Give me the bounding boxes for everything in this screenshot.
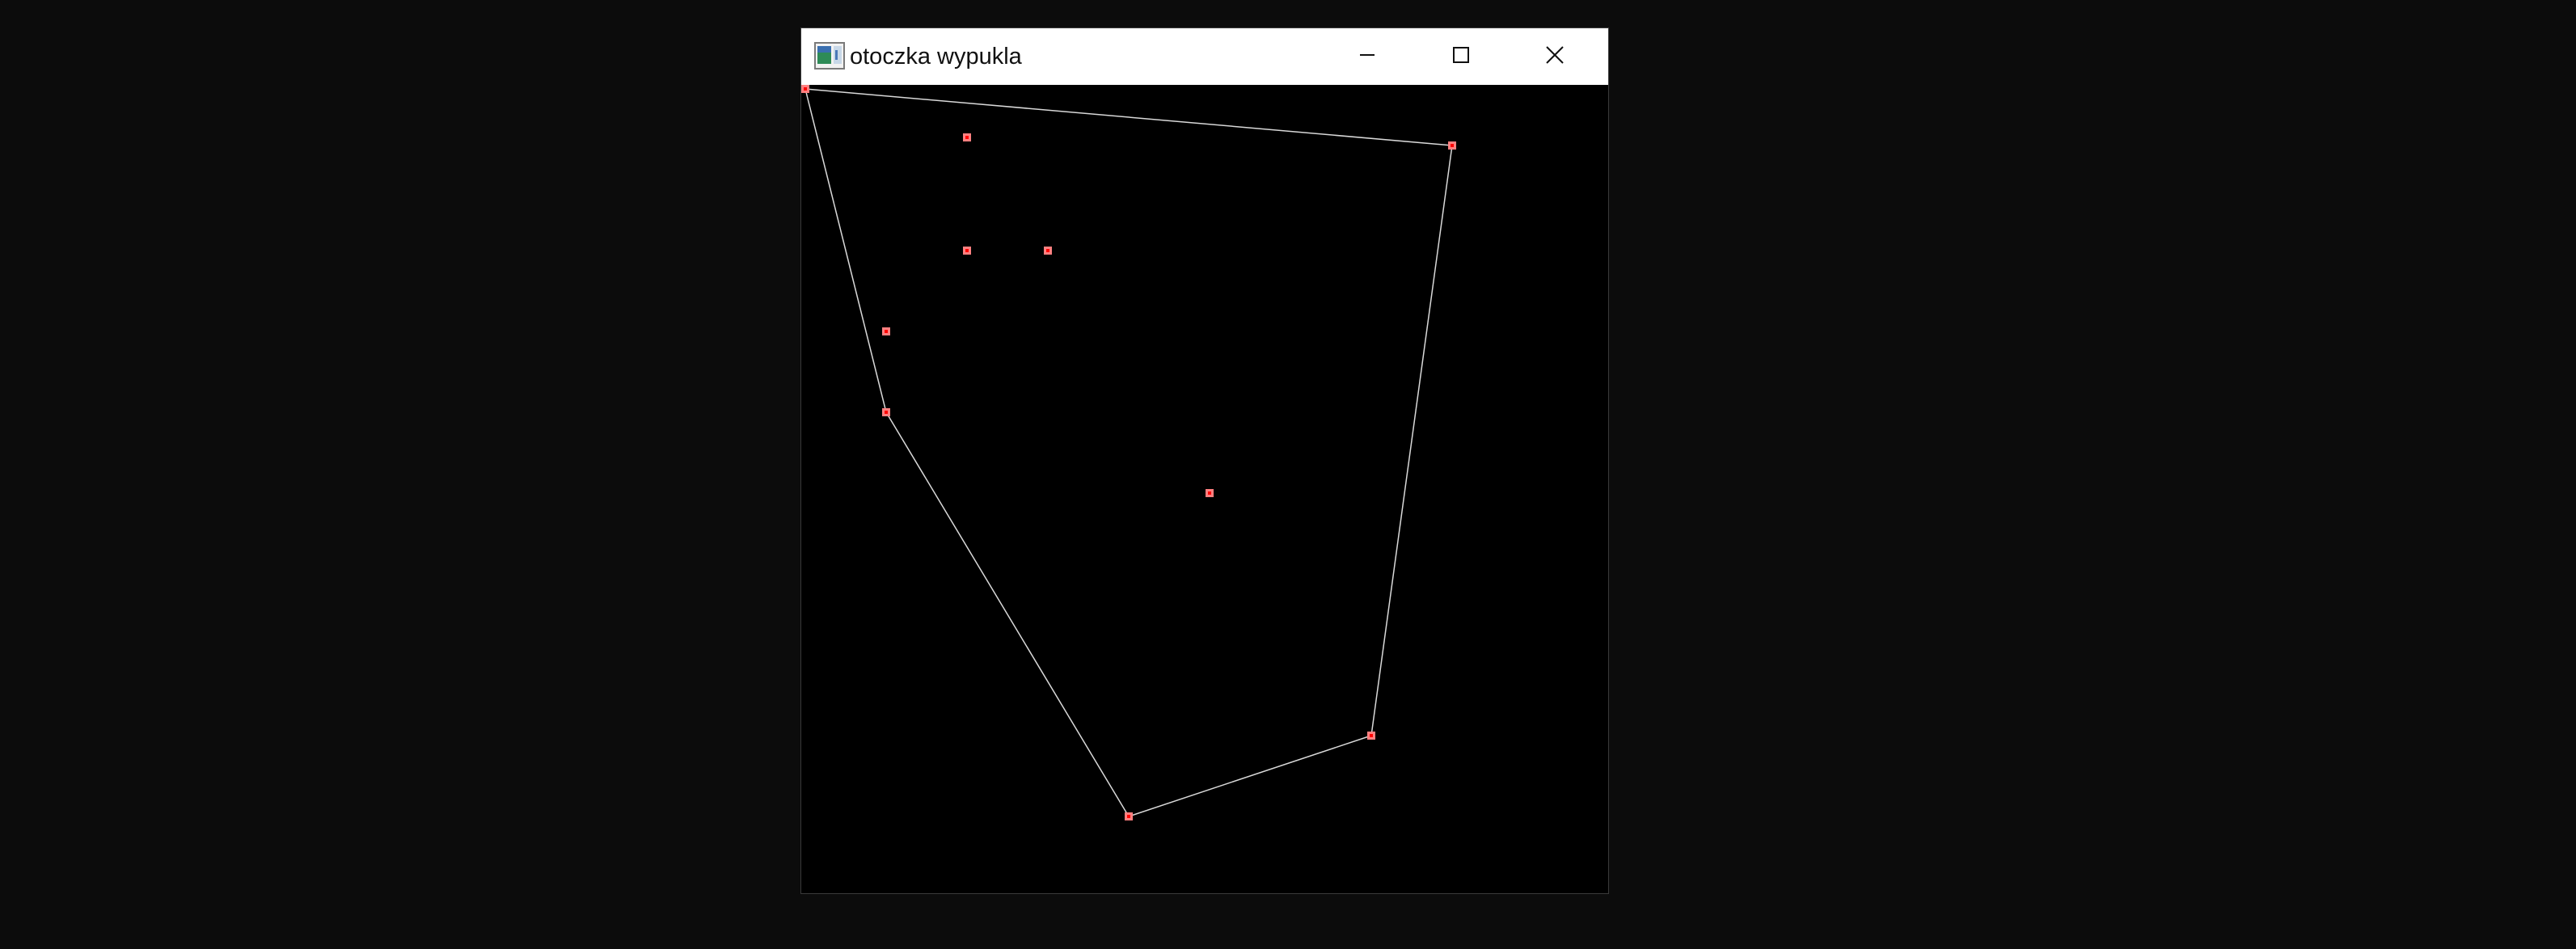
hull-edge [1370, 145, 1453, 736]
point-marker [882, 327, 890, 335]
point-marker [1125, 812, 1133, 820]
point-marker [1367, 732, 1375, 740]
point-marker [963, 133, 971, 141]
point-marker [882, 408, 890, 416]
app-window-icon[interactable] [814, 42, 845, 70]
close-button[interactable] [1508, 28, 1602, 85]
drawing-canvas[interactable] [801, 85, 1608, 893]
window-title: otoczka wypukla [850, 44, 1022, 70]
point-marker [801, 85, 809, 93]
close-icon [1546, 45, 1564, 68]
hull-edge [1128, 735, 1372, 817]
point-marker [1448, 141, 1456, 150]
app-window: otoczka wypukla [800, 27, 1609, 894]
hull-edge [885, 411, 1130, 817]
maximize-icon [1453, 46, 1469, 67]
point-marker [1206, 489, 1214, 497]
point-marker [1044, 247, 1052, 255]
hull-edge [804, 88, 1453, 146]
minimize-icon [1359, 47, 1375, 67]
title-bar[interactable]: otoczka wypukla [801, 28, 1608, 85]
hull-edge [804, 88, 887, 413]
point-marker [963, 247, 971, 255]
maximize-button[interactable] [1414, 28, 1508, 85]
convex-hull-plot [801, 85, 1456, 820]
minimize-button[interactable] [1320, 28, 1414, 85]
